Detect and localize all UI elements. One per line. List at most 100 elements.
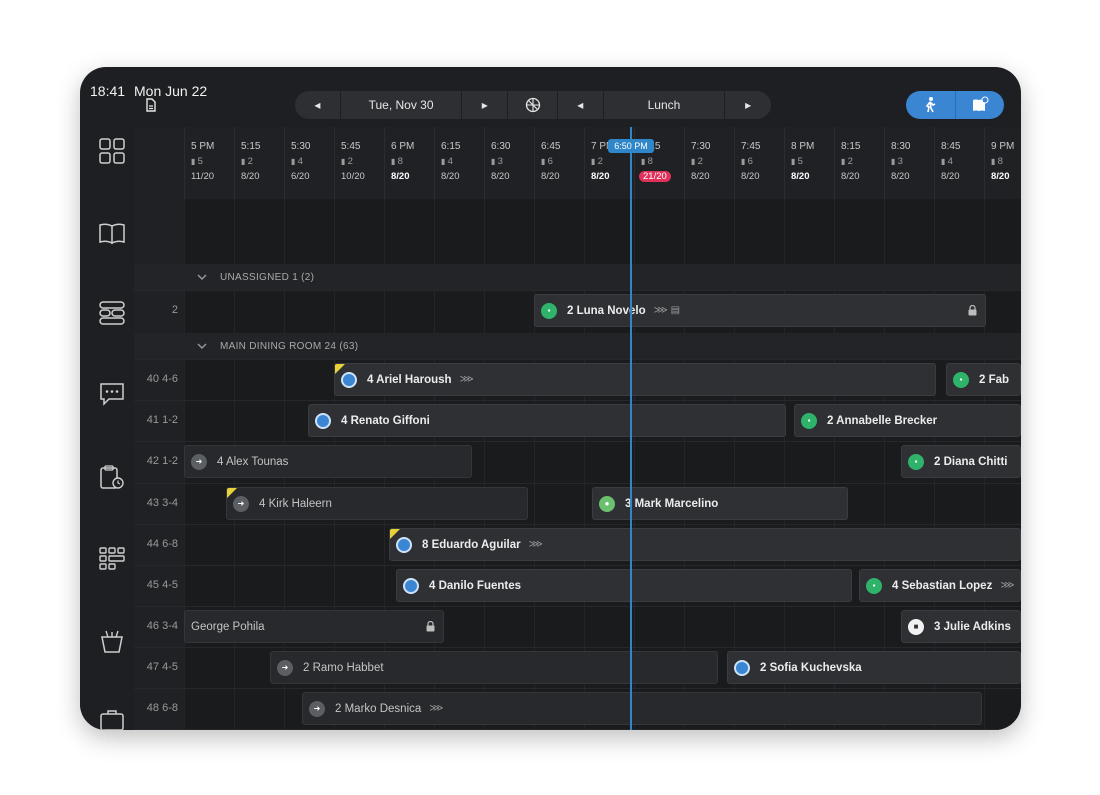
reservation-block[interactable]: George Pohila	[184, 610, 444, 643]
capacity-ratio: 8/20	[991, 171, 1010, 182]
section-unassigned[interactable]: UNASSIGNED 1 (2)	[134, 264, 1021, 290]
cover-count-value: 6	[747, 156, 753, 167]
guest-name: 2 Annabelle Brecker	[827, 414, 938, 427]
capacity-ratio: 6/20	[291, 171, 310, 182]
sidebar-item-more[interactable]	[98, 705, 126, 730]
cover-count: ▮ 2	[591, 156, 603, 167]
document-icon[interactable]	[144, 98, 158, 112]
walkin-button[interactable]	[906, 91, 956, 119]
capacity-ratio: 8/20	[241, 171, 260, 182]
time-slot[interactable]: 5:15 ▮ 2 8/20	[234, 127, 284, 199]
time-slot[interactable]: 6:15 ▮ 4 8/20	[434, 127, 484, 199]
sidebar-item-floorplan[interactable]	[98, 545, 126, 573]
time-slot[interactable]: 8:30 ▮ 3 8/20	[884, 127, 934, 199]
time-slot[interactable]: 5:30 ▮ 4 6/20	[284, 127, 334, 199]
reservation-block[interactable]: ▪ 4 Sebastian Lopez ⋙	[859, 569, 1021, 602]
guest-name: George Pohila	[191, 620, 265, 633]
sidebar-item-dashboard[interactable]	[98, 137, 126, 165]
reservation-block[interactable]: ➜ 2 Marko Desnica ⋙	[302, 692, 982, 725]
globe-icon	[525, 97, 540, 113]
time-label: 6:15	[441, 141, 461, 152]
walking-person-icon	[926, 97, 936, 113]
tablet-frame: 18:41 Mon Jun 22 ◂ Tue, Nov 30 ▸ ◂ Lunch…	[80, 67, 1021, 730]
flag-marker	[335, 364, 345, 374]
cover-count-value: 4	[447, 156, 453, 167]
section-main-dining-room[interactable]: MAIN DINING ROOM 24 (63)	[134, 333, 1021, 359]
guest-name: 4 Alex Tounas	[217, 455, 289, 468]
reservation-block[interactable]: ▪ 2 Annabelle Brecker	[794, 404, 1021, 437]
status-icon: ▪	[953, 371, 969, 388]
time-slot[interactable]: 7:45 ▮ 6 8/20	[734, 127, 784, 199]
time-slot[interactable]: 6:45 ▮ 6 8/20	[534, 127, 584, 199]
reservation-block[interactable]: ▪ 2 Luna Novelo ⋙ ▤	[534, 294, 986, 327]
time-label: 6:45	[541, 141, 561, 152]
capacity-ratio: 8/20	[591, 171, 610, 182]
reservation-block[interactable]: ➜ 2 Ramo Habbet	[270, 651, 718, 684]
cover-count: ▮ 5	[791, 156, 803, 167]
prev-date-button[interactable]: ◂	[295, 91, 341, 119]
book-button[interactable]	[956, 91, 1005, 119]
capacity-ratio: 8/20	[791, 171, 810, 182]
reservation-block[interactable]: ➜ 4 Kirk Haleern	[226, 487, 528, 520]
cover-count-value: 8	[997, 156, 1003, 167]
book-icon: ▮	[591, 157, 598, 166]
time-slot[interactable]: 7 PM ▮ 2 8/20	[584, 127, 634, 199]
current-time-line	[630, 127, 632, 730]
sidebar-item-reservations[interactable]	[98, 219, 126, 247]
timezone-button[interactable]	[508, 91, 558, 119]
time-slot[interactable]: 5 PM ▮ 5 11/20	[184, 127, 234, 199]
cover-count-value: 6	[547, 156, 553, 167]
lock-icon	[426, 621, 435, 632]
reservation-block[interactable]: ➜ 4 Alex Tounas	[184, 445, 472, 478]
sidebar-item-messages[interactable]	[98, 380, 126, 408]
guest-name: 2 Diana Chitti	[934, 455, 1008, 468]
time-label: 8 PM	[791, 141, 815, 152]
capacity-ratio: 8/20	[741, 171, 760, 182]
table-row[interactable]	[134, 729, 1021, 730]
next-date-button[interactable]: ▸	[462, 91, 509, 119]
capacity-ratio: 8/20	[491, 171, 510, 182]
book-icon: ▮	[391, 157, 398, 166]
shift-label[interactable]: Lunch	[604, 91, 726, 119]
time-slot[interactable]: 7:30 ▮ 2 8/20	[684, 127, 734, 199]
time-slot[interactable]: 8:45 ▮ 4 8/20	[934, 127, 984, 199]
reservation-block[interactable]: 2 Sofia Kuchevska	[727, 651, 1021, 684]
sidebar-item-waitlist[interactable]	[98, 463, 126, 491]
time-slot[interactable]: 8:15 ▮ 2 8/20	[834, 127, 884, 199]
cover-count-value: 2	[597, 156, 603, 167]
time-slot[interactable]: 6:30 ▮ 3 8/20	[484, 127, 534, 199]
chevron-down-icon	[197, 274, 207, 280]
reservation-block[interactable]: 4 Danilo Fuentes	[396, 569, 852, 602]
time-slot[interactable]: 5:45 ▮ 2 10/20	[334, 127, 384, 199]
reservation-block[interactable]: 4 Renato Giffoni	[308, 404, 786, 437]
sidebar-item-timeline[interactable]	[98, 299, 126, 327]
tag-icons: ⋙ ▤	[653, 305, 681, 316]
book-icon: ▮	[991, 157, 998, 166]
reservation-block[interactable]: ▪ 2 Diana Chitti	[901, 445, 1021, 478]
book-plus-icon	[972, 96, 989, 111]
date-label[interactable]: Tue, Nov 30	[341, 91, 463, 119]
sidebar-item-takeout[interactable]	[98, 627, 126, 655]
capacity-ratio: 8/20	[891, 171, 910, 182]
current-time-badge: 6:50 PM	[608, 139, 654, 153]
reservation-block[interactable]: ▪ 2 Fab	[946, 363, 1021, 396]
status-icon: ➜	[309, 700, 325, 717]
reservation-block[interactable]: ■ 3 Julie Adkins	[901, 610, 1021, 643]
time-label: 7:45	[741, 141, 761, 152]
cover-count: ▮ 2	[691, 156, 703, 167]
prev-shift-button[interactable]: ◂	[558, 91, 604, 119]
reservation-block[interactable]: 8 Eduardo Aguilar ⋙	[389, 528, 1021, 561]
time-label: 8:30	[891, 141, 911, 152]
time-header: 5 PM ▮ 5 11/20 5:15 ▮ 2 8/20 5:30 ▮ 4 6/20 5:45 ▮ …	[184, 127, 1021, 199]
time-slot[interactable]: 7:15▮ 821/20	[634, 127, 684, 199]
time-slot[interactable]: 8 PM ▮ 5 8/20	[784, 127, 834, 199]
time-slot[interactable]: 9 PM ▮ 8 8/20	[984, 127, 1021, 199]
sidebar	[80, 127, 134, 730]
time-slot[interactable]: 6 PM ▮ 8 8/20	[384, 127, 434, 199]
next-shift-button[interactable]: ▸	[725, 91, 771, 119]
reservation-block[interactable]: 4 Ariel Haroush ⋙	[334, 363, 936, 396]
cover-count-value: 5	[797, 156, 803, 167]
time-label: 5:30	[291, 141, 311, 152]
cover-count-value: 8	[397, 156, 403, 167]
guest-name: 3 Mark Marcelino	[625, 497, 719, 510]
